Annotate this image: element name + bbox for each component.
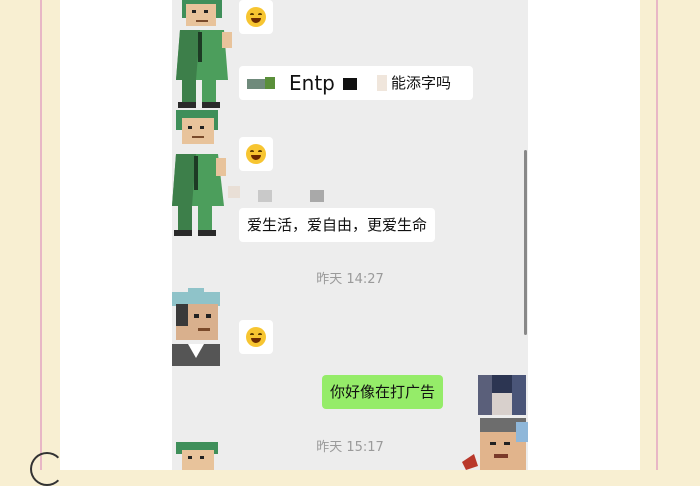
emoji-message[interactable] <box>239 137 273 171</box>
chat-scrollbar[interactable] <box>524 150 527 335</box>
outgoing-message-bubble[interactable]: 你好像在打广告 <box>322 375 444 409</box>
redacted-block <box>310 190 324 202</box>
frame-left-line <box>40 0 42 470</box>
contact-avatar[interactable] <box>172 442 236 470</box>
message-text: 能添字吗 <box>391 74 452 92</box>
laughing-face-icon <box>246 144 266 164</box>
contact-avatar[interactable] <box>172 110 236 242</box>
message-bubble[interactable]: 爱生活，爱自由，更爱生命 <box>239 208 436 242</box>
contact-avatar[interactable] <box>172 288 236 366</box>
frame-right-line <box>656 0 658 470</box>
redacted-block <box>258 190 272 202</box>
message-text: 你好像在打广告 <box>330 383 436 401</box>
message-bubble[interactable]: Entp 能添字吗 <box>239 66 473 100</box>
contact-avatar[interactable] <box>172 0 236 110</box>
laughing-face-icon <box>246 7 266 27</box>
own-large-avatar[interactable] <box>440 414 530 470</box>
redacted-block <box>228 186 240 198</box>
timestamp: 昨天 14:27 <box>316 272 384 287</box>
message-text: 爱生活，爱自由，更爱生命 <box>247 216 428 234</box>
own-avatar[interactable] <box>478 375 526 415</box>
emoji-message[interactable] <box>239 0 273 34</box>
message-text: Entp <box>289 71 335 95</box>
laughing-face-icon <box>246 327 266 347</box>
emoji-message[interactable] <box>239 320 273 354</box>
doodle-decoration <box>30 452 64 486</box>
